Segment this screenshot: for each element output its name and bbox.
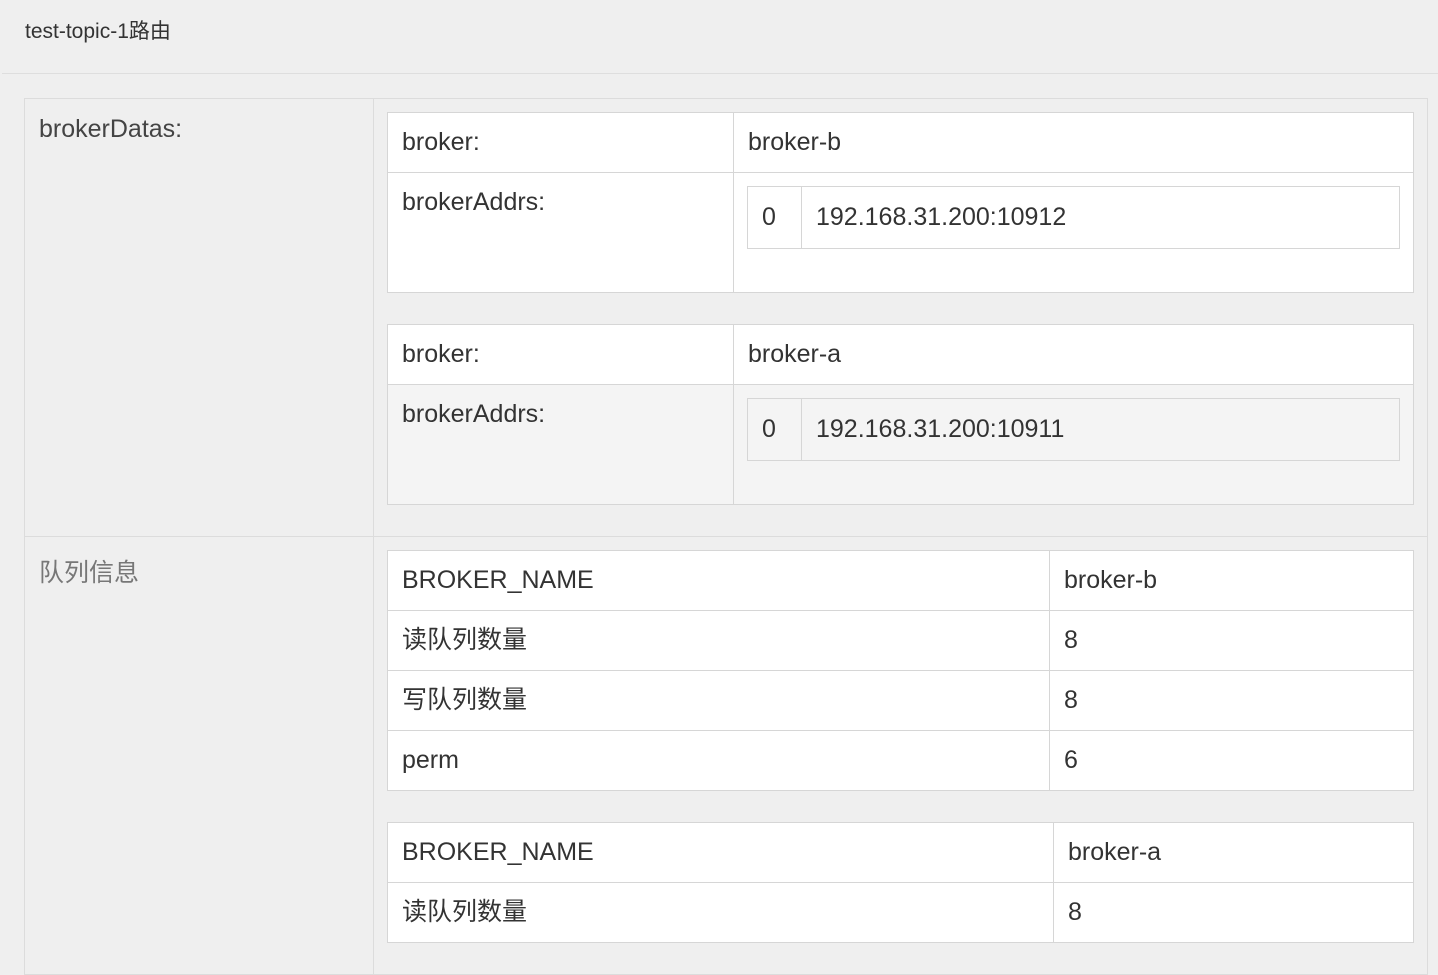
- broker-data-table: broker: broker-a brokerAddrs: 0 192.168.…: [387, 324, 1414, 505]
- queue-data-table: BROKER_NAME broker-a 读队列数量 8: [387, 822, 1414, 943]
- read-queue-label: 读队列数量: [387, 610, 1050, 671]
- broker-datas-content: broker: broker-b brokerAddrs: 0 192.168.…: [374, 99, 1427, 536]
- broker-addrs-cell: 0 192.168.31.200:10911: [733, 384, 1414, 505]
- broker-label: broker:: [387, 112, 734, 173]
- broker-addrs-cell: 0 192.168.31.200:10912: [733, 172, 1414, 293]
- broker-addrs-table: 0 192.168.31.200:10912: [747, 186, 1400, 249]
- broker-value: broker-b: [733, 112, 1414, 173]
- write-queue-value: 8: [1049, 670, 1414, 731]
- route-table: brokerDatas: broker: broker-b brokerAddr…: [24, 98, 1428, 975]
- addr-value: 192.168.31.200:10912: [801, 186, 1400, 249]
- queue-data-table: BROKER_NAME broker-b 读队列数量 8 写队列数量 8 per…: [387, 550, 1414, 791]
- broker-datas-label: brokerDatas:: [25, 99, 374, 536]
- broker-name-label: BROKER_NAME: [387, 550, 1050, 611]
- broker-label: broker:: [387, 324, 734, 385]
- broker-datas-row: brokerDatas: broker: broker-b brokerAddr…: [25, 99, 1427, 537]
- broker-addrs-table: 0 192.168.31.200:10911: [747, 398, 1400, 461]
- broker-name-value: broker-a: [1053, 822, 1414, 883]
- broker-value: broker-a: [733, 324, 1414, 385]
- addr-index: 0: [747, 186, 802, 249]
- read-queue-value: 8: [1049, 610, 1414, 671]
- broker-addrs-label: brokerAddrs:: [387, 172, 734, 293]
- queue-datas-content: BROKER_NAME broker-b 读队列数量 8 写队列数量 8 per…: [374, 537, 1427, 974]
- queue-datas-label: 队列信息: [25, 537, 374, 974]
- broker-name-value: broker-b: [1049, 550, 1414, 611]
- broker-name-label: BROKER_NAME: [387, 822, 1054, 883]
- broker-data-table: broker: broker-b brokerAddrs: 0 192.168.…: [387, 112, 1414, 293]
- addr-index: 0: [747, 398, 802, 461]
- read-queue-label: 读队列数量: [387, 882, 1054, 943]
- perm-value: 6: [1049, 730, 1414, 791]
- page-title: test-topic-1路由: [2, 0, 1438, 74]
- addr-value: 192.168.31.200:10911: [801, 398, 1400, 461]
- broker-addrs-label: brokerAddrs:: [387, 384, 734, 505]
- write-queue-label: 写队列数量: [387, 670, 1050, 731]
- queue-datas-row: 队列信息 BROKER_NAME broker-b 读队列数量 8 写队列数量 …: [25, 537, 1427, 974]
- read-queue-value: 8: [1053, 882, 1414, 943]
- perm-label: perm: [387, 730, 1050, 791]
